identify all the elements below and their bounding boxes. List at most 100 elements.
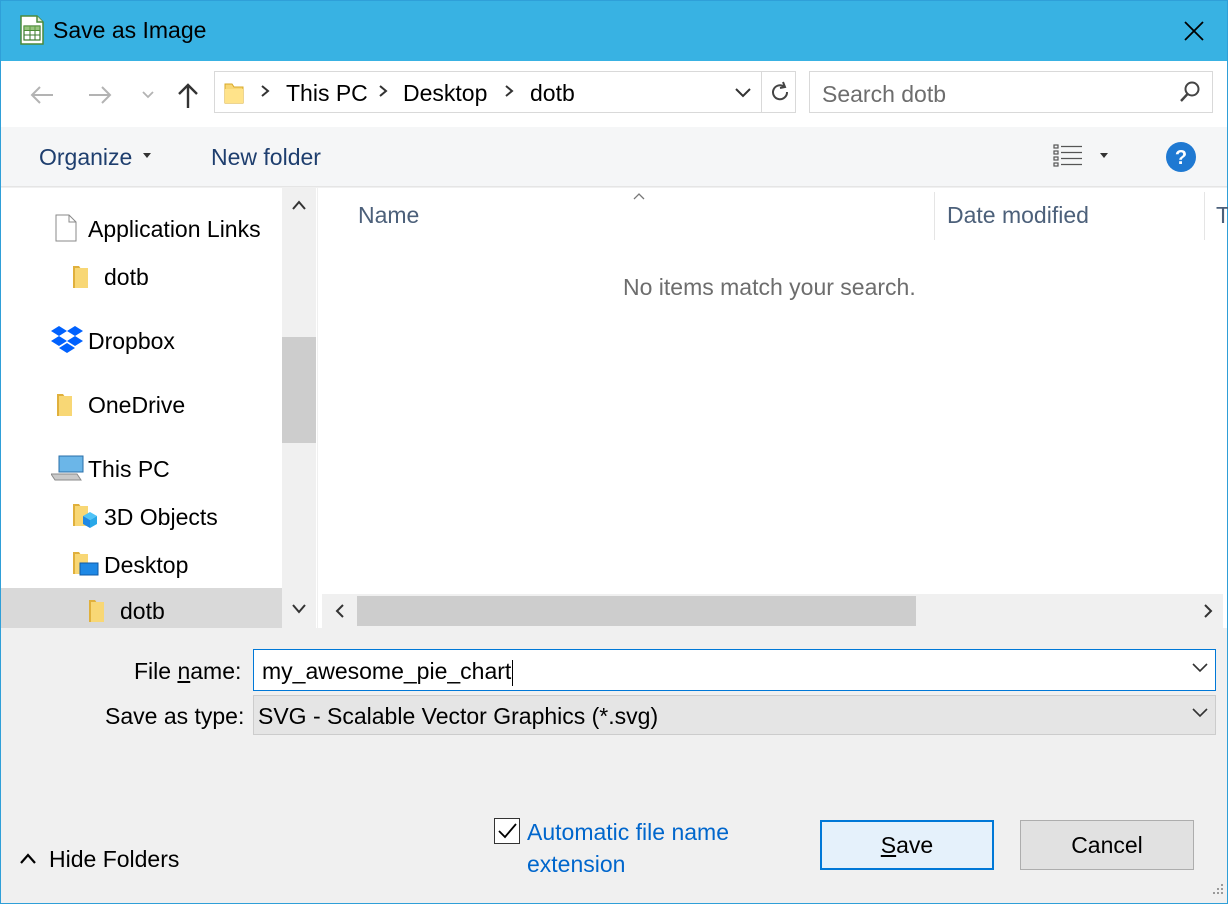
save-as-type-select[interactable]: SVG - Scalable Vector Graphics (*.svg) bbox=[253, 695, 1216, 735]
chevron-down-icon bbox=[1192, 663, 1208, 673]
up-button[interactable] bbox=[171, 77, 205, 113]
close-button[interactable] bbox=[1161, 1, 1227, 61]
refresh-button[interactable] bbox=[761, 72, 797, 112]
filename-label-pre: File bbox=[134, 658, 178, 684]
computer-icon bbox=[50, 454, 85, 487]
command-bar: Organize New folder bbox=[1, 127, 1227, 187]
column-header-type[interactable]: T bbox=[1216, 202, 1228, 229]
title-bar[interactable]: Save as Image bbox=[1, 1, 1227, 61]
empty-list-message: No items match your search. bbox=[623, 274, 916, 300]
scroll-right-icon[interactable] bbox=[1202, 603, 1214, 624]
save-label: ave bbox=[896, 831, 934, 858]
sidebar-item-3d-objects[interactable]: 3D Objects bbox=[1, 494, 282, 540]
sidebar-item-dotb-selected[interactable]: dotb bbox=[1, 588, 282, 628]
help-icon: ? bbox=[1166, 142, 1196, 172]
auto-extension-label[interactable]: Automatic file name extension bbox=[527, 816, 767, 880]
save-button[interactable]: Save bbox=[820, 820, 994, 870]
checkmark-icon bbox=[498, 823, 517, 839]
sidebar-item-dotb[interactable]: dotb bbox=[1, 254, 282, 300]
scrollbar-thumb[interactable] bbox=[357, 596, 916, 626]
chevron-down-icon bbox=[142, 91, 154, 99]
sidebar-item-onedrive[interactable]: OneDrive bbox=[1, 382, 282, 428]
new-folder-button[interactable]: New folder bbox=[211, 144, 321, 171]
dropbox-icon bbox=[51, 326, 83, 359]
save-as-type-label: Save as type: bbox=[105, 703, 245, 729]
resize-grip-icon[interactable] bbox=[1211, 882, 1225, 901]
breadcrumb-dotb[interactable]: dotb bbox=[530, 80, 575, 107]
caret-down-icon bbox=[143, 153, 151, 158]
close-icon bbox=[1184, 21, 1204, 41]
back-arrow-icon bbox=[30, 86, 53, 104]
sidebar-item-label: Desktop bbox=[104, 552, 189, 578]
breadcrumb-separator bbox=[377, 82, 389, 105]
column-divider[interactable] bbox=[934, 192, 935, 240]
folder-icon bbox=[71, 264, 91, 295]
filename-history-dropdown[interactable] bbox=[1191, 660, 1209, 679]
window-title: Save as Image bbox=[53, 17, 207, 43]
sidebar-item-label: OneDrive bbox=[88, 392, 186, 418]
hide-folders-label: Hide Folders bbox=[49, 846, 180, 872]
breadcrumb-separator bbox=[259, 82, 271, 105]
sidebar-item-dropbox[interactable]: Dropbox bbox=[1, 318, 282, 364]
chevron-down-icon bbox=[1191, 705, 1209, 724]
save-as-type-value: SVG - Scalable Vector Graphics (*.svg) bbox=[258, 703, 659, 729]
horizontal-scrollbar[interactable] bbox=[322, 594, 1223, 628]
address-bar[interactable]: This PC Desktop dotb bbox=[214, 71, 796, 113]
save-as-image-dialog: Save as Image This PC Desktop dotb Searc… bbox=[0, 0, 1228, 904]
scroll-up-icon[interactable] bbox=[291, 198, 307, 216]
sort-ascending-icon bbox=[632, 188, 646, 206]
filename-field[interactable]: my_awesome_pie_chart bbox=[253, 649, 1216, 691]
cancel-button[interactable]: Cancel bbox=[1020, 820, 1194, 870]
sidebar-item-label: dotb bbox=[120, 598, 165, 624]
folder-icon bbox=[87, 598, 107, 628]
recent-locations-button[interactable] bbox=[135, 77, 161, 113]
organize-menu[interactable]: Organize bbox=[39, 144, 132, 171]
column-header-date-modified[interactable]: Date modified bbox=[947, 202, 1089, 229]
breadcrumb-this-pc[interactable]: This PC bbox=[286, 80, 368, 107]
scrollbar-thumb[interactable] bbox=[282, 337, 316, 443]
folder-icon bbox=[55, 392, 75, 423]
navigation-pane-scrollbar[interactable] bbox=[282, 188, 316, 628]
forward-button[interactable] bbox=[83, 77, 117, 113]
breadcrumb-desktop[interactable]: Desktop bbox=[403, 80, 487, 107]
filename-label-post: ame: bbox=[190, 658, 242, 684]
filename-text: my_awesome_pie_chart bbox=[262, 658, 512, 684]
help-button[interactable]: ? bbox=[1165, 141, 1197, 178]
breadcrumb-separator bbox=[503, 82, 515, 105]
chevron-down-icon bbox=[735, 88, 751, 98]
view-options-dropdown[interactable] bbox=[1100, 153, 1108, 158]
folder-icon bbox=[223, 80, 245, 111]
sidebar-item-label: dotb bbox=[104, 264, 149, 290]
scroll-left-icon[interactable] bbox=[334, 603, 346, 624]
spreadsheet-app-icon bbox=[19, 15, 45, 45]
search-input[interactable]: Search dotb bbox=[809, 71, 1213, 113]
sidebar-item-label: 3D Objects bbox=[104, 504, 218, 530]
text-cursor bbox=[512, 659, 514, 686]
3d-objects-folder-icon bbox=[71, 502, 97, 535]
auto-extension-checkbox[interactable] bbox=[494, 818, 520, 844]
svg-text:?: ? bbox=[1175, 147, 1187, 169]
back-button[interactable] bbox=[25, 77, 59, 113]
address-history-dropdown[interactable] bbox=[729, 80, 757, 106]
sidebar-item-application-links[interactable]: Application Links bbox=[1, 206, 282, 252]
document-icon bbox=[55, 214, 77, 247]
search-placeholder: Search dotb bbox=[822, 81, 947, 107]
scroll-down-icon[interactable] bbox=[291, 602, 307, 620]
chevron-up-icon bbox=[19, 852, 37, 871]
up-arrow-icon bbox=[178, 83, 198, 108]
sidebar-item-label: Application Links bbox=[88, 216, 261, 242]
filename-label-accelerator: n bbox=[177, 658, 191, 684]
details-view-icon[interactable] bbox=[1053, 143, 1083, 174]
sidebar-item-desktop[interactable]: Desktop bbox=[1, 542, 282, 588]
desktop-folder-icon bbox=[71, 550, 99, 583]
save-accelerator: S bbox=[880, 831, 897, 858]
search-icon[interactable] bbox=[1178, 80, 1202, 109]
file-list[interactable]: Name Date modified T No items match your… bbox=[318, 188, 1228, 628]
sidebar-item-label: This PC bbox=[88, 456, 170, 482]
sidebar-item-label: Dropbox bbox=[88, 328, 175, 354]
sidebar-item-this-pc[interactable]: This PC bbox=[1, 446, 282, 492]
filename-value: my_awesome_pie_chart bbox=[262, 658, 514, 686]
column-divider[interactable] bbox=[1204, 192, 1205, 240]
navigation-bar: This PC Desktop dotb Search dotb bbox=[1, 61, 1227, 127]
column-header-name[interactable]: Name bbox=[358, 202, 419, 229]
